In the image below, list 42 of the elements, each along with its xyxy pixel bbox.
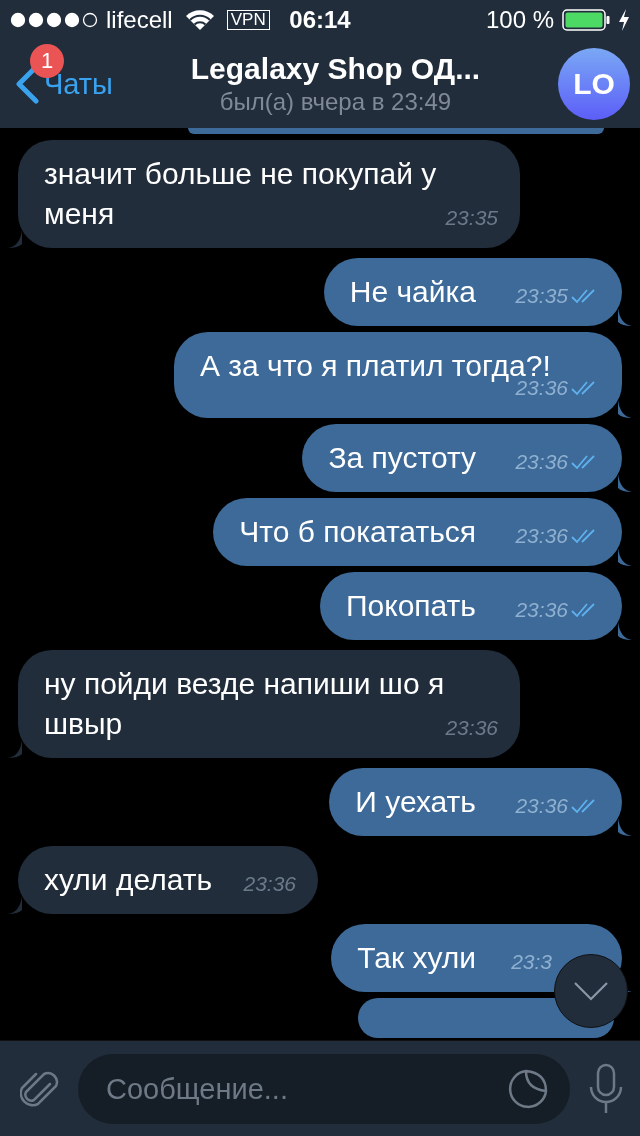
message-text: значит больше не покупай у меня bbox=[44, 157, 437, 230]
message-time: 23:36 bbox=[515, 450, 568, 474]
bubble-tail bbox=[618, 308, 632, 326]
message-time: 23:36 bbox=[515, 598, 568, 622]
chevron-down-icon bbox=[573, 981, 609, 1001]
carrier-name: lifecell bbox=[106, 6, 173, 34]
sticker-icon[interactable] bbox=[506, 1067, 550, 1111]
bubble-tail bbox=[8, 740, 22, 758]
bubble-tail bbox=[618, 474, 632, 492]
message-text: За пустоту bbox=[328, 441, 476, 474]
message-time: 23:35 bbox=[515, 284, 568, 308]
message-field[interactable]: Сообщение... bbox=[78, 1054, 570, 1124]
message-time: 23:36 bbox=[515, 524, 568, 548]
bubble-tail bbox=[8, 896, 22, 914]
message-time: 23:36 bbox=[243, 872, 297, 896]
message-text: И уехать bbox=[355, 785, 476, 818]
wifi-icon bbox=[184, 9, 215, 31]
message-time: 23:36 bbox=[445, 716, 498, 740]
battery-icon bbox=[562, 9, 610, 31]
charging-icon bbox=[618, 9, 630, 31]
message-text: Что б покататься bbox=[239, 515, 476, 548]
last-seen: был(а) вчера в 23:49 bbox=[219, 88, 452, 116]
message-text: Не чайка bbox=[349, 275, 476, 308]
message-text: хули делать bbox=[44, 863, 213, 896]
chat-title: Legalaxy Shop ОД... bbox=[190, 52, 481, 86]
avatar[interactable]: LO bbox=[558, 48, 630, 120]
bubble-tail bbox=[618, 818, 632, 836]
message-time: 23:35 bbox=[445, 206, 498, 230]
battery-percent: 100 % bbox=[485, 6, 554, 34]
message-text: Покопать bbox=[345, 589, 476, 622]
signal-icon bbox=[10, 12, 100, 28]
bubble-tail bbox=[618, 400, 632, 418]
message-time: 23:36 bbox=[515, 794, 568, 818]
clock: 06:14 bbox=[289, 6, 351, 34]
bubble-tail bbox=[618, 622, 632, 640]
microphone-icon[interactable] bbox=[588, 1063, 624, 1115]
message-time: 23:3 bbox=[511, 950, 552, 974]
vpn-indicator: VPN bbox=[226, 10, 270, 30]
message-text: ну пойди везде напиши шо я швыр bbox=[44, 667, 445, 740]
message-text: Так хули bbox=[357, 941, 476, 974]
bubble-tail bbox=[618, 548, 632, 566]
bubble-tail bbox=[8, 230, 22, 248]
